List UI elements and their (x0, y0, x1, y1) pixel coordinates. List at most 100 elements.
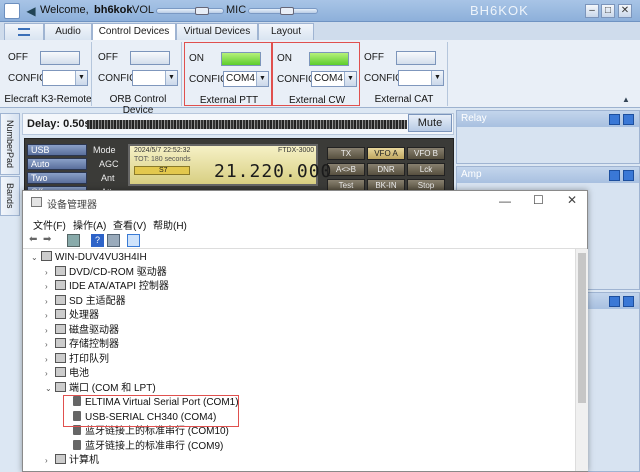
maximize-icon[interactable]: □ (601, 4, 615, 18)
port-select[interactable]: COM4 ▼ (223, 71, 269, 87)
vol-slider[interactable] (156, 7, 224, 15)
minimize-icon[interactable]: – (585, 4, 599, 18)
tree-category[interactable]: › 处理器 (45, 309, 99, 323)
tree-root: WIN-DUV4VU3H4IH (55, 252, 147, 263)
mute-button[interactable]: Mute (408, 114, 452, 132)
chevron-down-icon[interactable]: ▼ (256, 72, 268, 86)
vfo-a-button[interactable]: VFO A (367, 147, 405, 160)
device-toggle[interactable] (130, 51, 170, 65)
computer-icon (41, 251, 52, 261)
close-icon[interactable]: ✕ (567, 193, 577, 207)
tree-category[interactable]: › 电池 (45, 367, 89, 381)
agc-button[interactable]: Auto (27, 158, 87, 170)
mic-slider-knob[interactable] (279, 7, 294, 15)
menu-file[interactable]: 文件(F) (33, 217, 66, 232)
device-manager-window: 设备管理器 — ☐ ✕ 文件(F) 操作(A) 查看(V) 帮助(H) ⬅ ➡ … (22, 190, 588, 472)
forward-arrow-icon[interactable]: ➡ (43, 234, 56, 247)
minimize-icon[interactable] (609, 114, 620, 125)
minimize-icon[interactable] (609, 170, 620, 181)
close-icon[interactable]: ✕ (618, 4, 632, 18)
dm-title: 设备管理器 (47, 200, 97, 211)
category-label: DVD/CD-ROM 驱动器 (69, 266, 167, 278)
tree-port[interactable]: 蓝牙链接上的标准串行 (COM10) (73, 425, 229, 439)
chevron-right-icon[interactable]: › (45, 454, 55, 468)
device-toggle[interactable] (221, 52, 261, 66)
chevron-down-icon[interactable]: ▼ (344, 72, 356, 86)
tree-root-row[interactable]: ⌄ WIN-DUV4VU3H4IH (31, 251, 147, 265)
device-toggle[interactable] (40, 51, 80, 65)
chevron-right-icon[interactable]: › (45, 367, 55, 381)
minimize-icon[interactable]: — (499, 194, 511, 208)
tab-audio[interactable]: Audio (44, 23, 92, 40)
category-label: 端口 (COM 和 LPT) (69, 382, 156, 394)
tab-virtual-devices[interactable]: Virtual Devices (176, 23, 258, 40)
tree-port[interactable]: 蓝牙链接上的标准串行 (COM9) (73, 439, 223, 454)
tree-category[interactable]: ⌄ 端口 (COM 和 LPT) (45, 381, 156, 396)
device-panel: OFF CONFIG ▼ Elecraft K3-Remote (4, 42, 92, 106)
tree-category[interactable]: › 磁盘驱动器 (45, 323, 119, 338)
tree-category[interactable]: › 计算机 (45, 454, 99, 468)
tree-category[interactable]: › SD 主适配器 (45, 294, 126, 309)
dnr-button[interactable]: DNR (367, 163, 405, 176)
minimize-icon[interactable] (609, 296, 620, 307)
tx-button[interactable]: TX (327, 147, 365, 160)
chevron-down-icon[interactable]: ⌄ (45, 382, 55, 396)
agc-label: AGC (99, 159, 119, 169)
chevron-down-icon[interactable]: ▼ (75, 71, 87, 85)
port-select[interactable]: COM4 ▼ (311, 71, 357, 87)
chevron-right-icon[interactable]: › (45, 309, 55, 323)
device-state: OFF (8, 52, 28, 63)
menu-action[interactable]: 操作(A) (73, 217, 106, 232)
mode-button[interactable]: USB (27, 144, 87, 156)
a-b-swap-button[interactable]: A<>B (327, 163, 365, 176)
tree-category[interactable]: › DVD/CD-ROM 驱动器 (45, 265, 167, 280)
chevron-right-icon[interactable]: › (45, 324, 55, 338)
maximize-icon[interactable] (623, 170, 634, 181)
menu-view[interactable]: 查看(V) (113, 217, 146, 232)
mic-slider[interactable] (248, 7, 318, 15)
help-icon[interactable]: ? (91, 234, 104, 247)
tab-control-devices[interactable]: Control Devices (92, 23, 176, 41)
tree-category[interactable]: › 打印队列 (45, 352, 109, 367)
port-select[interactable]: ▼ (42, 70, 88, 86)
vfo-b-button[interactable]: VFO B (407, 147, 445, 160)
title-bar: ◀ Welcome, bh6kok VOL MIC BH6KOK – □ ✕ (0, 0, 640, 22)
scan-hardware-icon[interactable] (127, 234, 140, 247)
delay-bar: Delay: 0.50s (22, 113, 454, 135)
chevron-right-icon[interactable]: › (45, 295, 55, 309)
collapse-icon[interactable]: ▲ (622, 95, 630, 104)
dm-scrollbar[interactable] (575, 249, 588, 471)
app-menu-icon[interactable] (4, 3, 20, 19)
side-tab-bands[interactable]: Bands (0, 176, 20, 216)
tab-layout[interactable]: Layout (258, 23, 314, 40)
chevron-right-icon[interactable]: › (45, 353, 55, 367)
port-select[interactable]: ▼ (398, 70, 444, 86)
ant-button[interactable]: Two (27, 172, 87, 184)
device-toggle[interactable] (396, 51, 436, 65)
chevron-right-icon[interactable]: › (45, 338, 55, 352)
tree-category[interactable]: › IDE ATA/ATAPI 控制器 (45, 280, 169, 294)
port-select[interactable]: ▼ (132, 70, 178, 86)
maximize-icon[interactable] (623, 296, 634, 307)
menu-help[interactable]: 帮助(H) (153, 217, 187, 232)
scrollbar-thumb[interactable] (578, 253, 586, 403)
update-driver-icon[interactable] (107, 234, 120, 247)
arrow-left-icon[interactable]: ◀ (24, 4, 38, 18)
chevron-right-icon[interactable]: › (45, 280, 55, 294)
tab-menu[interactable] (4, 23, 44, 40)
vol-slider-knob[interactable] (194, 7, 209, 15)
device-toggle[interactable] (309, 52, 349, 66)
mic-label: MIC (226, 4, 247, 16)
chevron-down-icon[interactable]: ⌄ (31, 251, 41, 265)
properties-icon[interactable] (67, 234, 80, 247)
chevron-right-icon[interactable]: › (45, 266, 55, 280)
chevron-down-icon[interactable]: ▼ (165, 71, 177, 85)
side-tab-numberpad[interactable]: NumberPad (0, 113, 20, 175)
back-arrow-icon[interactable]: ⬅ (29, 234, 42, 247)
maximize-icon[interactable] (623, 114, 634, 125)
maximize-icon[interactable]: ☐ (533, 193, 544, 207)
tree-category[interactable]: › 存储控制器 (45, 338, 119, 352)
lock-button[interactable]: Lck (407, 163, 445, 176)
device-category-icon (55, 323, 66, 334)
chevron-down-icon[interactable]: ▼ (431, 71, 443, 85)
